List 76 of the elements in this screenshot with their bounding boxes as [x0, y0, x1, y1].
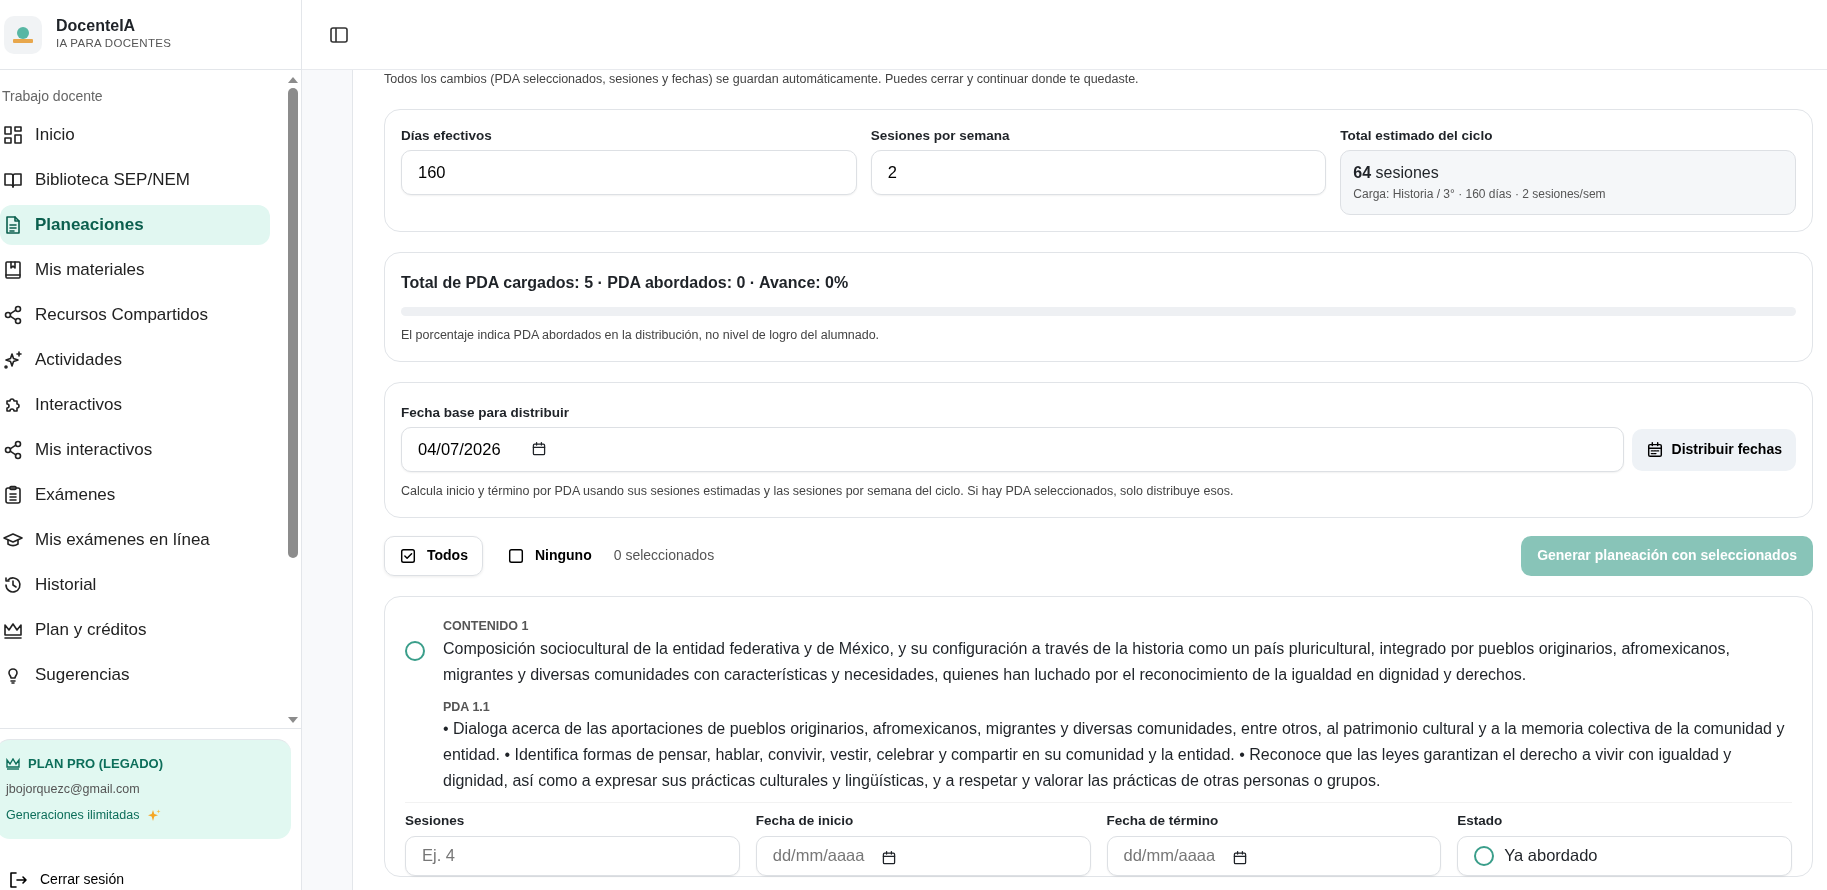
content-heading: CONTENIDO 1	[443, 617, 530, 635]
content-description: Composición sociocultural de la entidad federativa y de México, y su configuración a través de la historia como un país pluricultural, integrado por pueblos originarios, afromexicanos, migrantes y diversas comunidades con características y necesidades, quienes han luchado por el reconocimiento de la igualdad en dignidad y derechos.	[443, 638, 1731, 685]
section-heading: Trabajo docente	[2, 87, 104, 106]
checkbox-icon	[506, 546, 525, 565]
sidebar-toggle-icon[interactable]	[330, 26, 348, 43]
app-name: DocenteIA	[56, 17, 137, 35]
scroll-up-icon[interactable]	[287, 76, 299, 84]
book-icon	[3, 170, 23, 190]
field-label: Fecha de inicio	[755, 812, 855, 831]
pda-label: PDA 1.1	[443, 698, 491, 716]
app-tagline: IA PARA DOCENTES	[56, 35, 172, 51]
share-icon	[3, 440, 23, 460]
calendar-icon	[1645, 440, 1664, 459]
logout-button[interactable]: Cerrar sesión	[0, 839, 125, 890]
total-detail: Carga: Historia / 3° · 160 días · 2 sesiones/sem	[1353, 186, 1607, 203]
number-field[interactable]: 160	[401, 150, 857, 195]
calendar-icon	[880, 849, 897, 866]
status-label: Ya abordado	[1504, 845, 1598, 867]
total-sessions: 64 sesiones	[1353, 163, 1440, 183]
sidebar-item[interactable]: Mis interactivos	[0, 430, 270, 470]
selected-count: 0 seleccionados	[613, 546, 715, 566]
date-field[interactable]: dd/mm/aaaa	[755, 835, 1091, 876]
clipboard-list-icon	[3, 485, 23, 505]
calendar-icon	[1231, 849, 1248, 866]
sidebar-item[interactable]: Planeaciones	[0, 205, 270, 245]
distribution-hint: Calcula inicio y término por PDA usando sus sesiones estimadas y las sesiones por semana del ciclo. Si hay PDA seleccionados, solo distribuye esos.	[401, 483, 1235, 500]
number-field[interactable]: 2	[870, 150, 1327, 195]
plan-title: PLAN PRO (LEGADO)	[28, 755, 164, 773]
sidebar-item[interactable]: Biblioteca SEP/NEM	[0, 160, 270, 200]
status-option[interactable]: Ya abordado	[1457, 835, 1792, 876]
sidebar-item[interactable]: Plan y créditos	[0, 610, 270, 650]
select-none-button[interactable]: Ninguno	[492, 535, 606, 576]
history-icon	[3, 575, 23, 595]
field-label: Días efectivos	[401, 126, 493, 145]
sidebar-item[interactable]: Mis materiales	[0, 250, 270, 290]
date-field[interactable]: 04/07/2026	[401, 427, 1624, 472]
sidebar-item[interactable]: Interactivos	[0, 385, 270, 425]
sparkles-icon	[3, 350, 23, 370]
progress-summary: Total de PDA cargados: 5 · PDA abordados: 0 · Avance: 0%	[401, 273, 850, 293]
field-label: Fecha base para distribuir	[401, 403, 571, 422]
calendar-icon	[531, 441, 547, 457]
dashboard-icon	[3, 125, 23, 145]
pda-description: • Dialoga acerca de las aportaciones de pueblos originarios, afromexicanos, migrantes y diversas comunidades, entre otros, al patrimonio cultural y a la memoria colectiva de la comunidad y entidad. • Identifica formas de pensar, hablar, convivir, vestir, celebrar y compartir en su comunidad y la entidad. • Reconoce que las leyes garantizan el derecho a vivir con igualdad y dignidad, así como a expresar sus prácticas culturales y lingüísticas, y a respetar y valorar las prácticas de otras personas o grupos.	[443, 719, 1786, 792]
document-icon	[3, 215, 23, 235]
share-icon	[3, 305, 23, 325]
field-label: Estado	[1457, 812, 1504, 831]
status-radio[interactable]	[1474, 845, 1495, 866]
sidebar-item[interactable]: Inicio	[0, 115, 270, 155]
sidebar-item[interactable]: Recursos Compartidos	[0, 295, 270, 335]
sidebar-item[interactable]: Actividades	[0, 340, 270, 380]
user-email: jbojorquezc@gmail.com	[6, 780, 141, 798]
scrollbar-thumb[interactable]	[288, 88, 298, 558]
sidebar-item[interactable]: Historial	[0, 565, 270, 605]
field-label: Total estimado del ciclo	[1340, 126, 1494, 145]
field-label: Sesiones por semana	[870, 126, 1011, 145]
checked-checkbox-icon	[399, 546, 417, 565]
crown-icon	[6, 757, 20, 770]
app-logo	[4, 15, 42, 54]
text-field[interactable]: Ej. 4	[405, 835, 740, 876]
sidebar-item[interactable]: Mis exámenes en línea	[0, 520, 270, 560]
scroll-down-icon[interactable]	[287, 716, 299, 724]
field-label: Sesiones	[405, 812, 466, 831]
date-field[interactable]: dd/mm/aaaa	[1106, 835, 1442, 876]
select-all-button[interactable]: Todos	[384, 535, 483, 576]
sidebar-item[interactable]: Exámenes	[0, 475, 270, 515]
progress-note: El porcentaje indica PDA abordados en la distribución, no nivel de logro del alumnado.	[401, 327, 881, 344]
select-radio[interactable]	[405, 640, 425, 661]
puzzle-icon	[3, 395, 23, 415]
crown-icon	[3, 620, 23, 640]
bookmark-book-icon	[3, 260, 23, 280]
distribute-button[interactable]: Distribuir fechas	[1631, 428, 1796, 471]
plan-note: Generaciones ilimitadas	[6, 807, 140, 825]
field-label: Fecha de término	[1106, 812, 1220, 831]
autosave-note: Todos los cambios (PDA seleccionados, sesiones y fechas) se guardan automáticamente. Puedes cerrar y continuar donde te quedaste.	[384, 71, 1140, 88]
sidebar-item[interactable]: Sugerencias	[0, 655, 270, 695]
logout-icon	[8, 869, 28, 890]
